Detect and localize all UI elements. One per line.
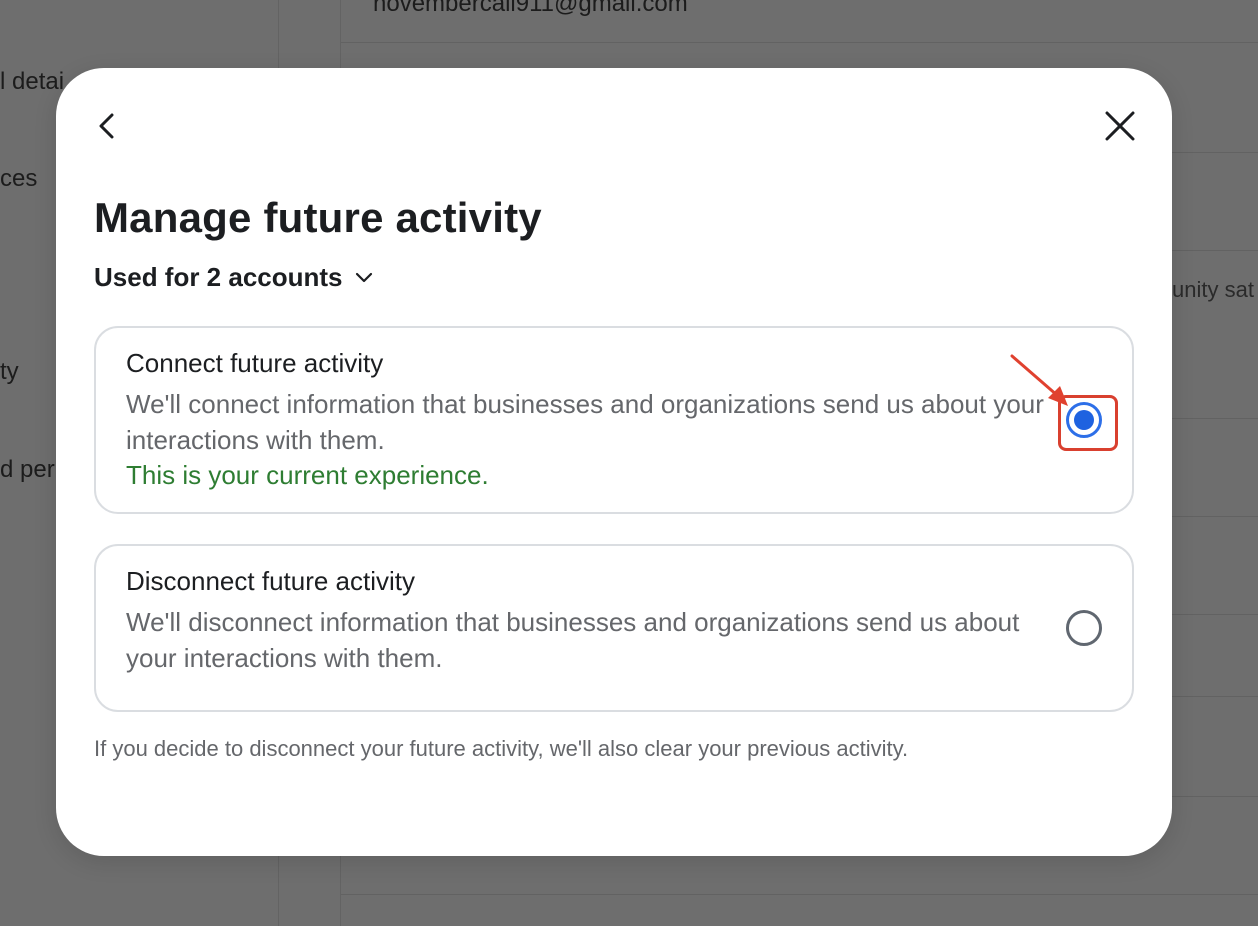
background-right-text: unity sat xyxy=(1172,277,1254,302)
option-title: Connect future activity xyxy=(126,348,384,378)
background-sidebar-item: ces xyxy=(0,165,38,192)
background-sidebar-item: d per xyxy=(0,456,55,483)
background-divider xyxy=(341,894,1258,895)
background-sidebar-item: ty xyxy=(0,358,19,385)
current-experience-label: This is your current experience. xyxy=(126,460,489,490)
option-description: We'll disconnect information that busine… xyxy=(126,607,1020,673)
annotation-arrow-icon xyxy=(1010,354,1068,406)
disconnect-future-activity-option[interactable]: Disconnect future activity We'll disconn… xyxy=(94,544,1134,712)
background-sidebar-item: l detai xyxy=(0,68,65,95)
accounts-dropdown[interactable]: Used for 2 accounts xyxy=(94,262,373,293)
connect-future-activity-option[interactable]: Connect future activity We'll connect in… xyxy=(94,326,1134,514)
disconnect-footnote: If you decide to disconnect your future … xyxy=(94,736,909,761)
background-divider xyxy=(341,42,1258,43)
chevron-left-icon xyxy=(99,113,114,139)
close-icon xyxy=(1105,111,1135,141)
accounts-dropdown-label: Used for 2 accounts xyxy=(94,262,343,292)
dialog-title: Manage future activity xyxy=(94,194,542,241)
close-button[interactable] xyxy=(1098,104,1142,148)
disconnect-radio-button[interactable] xyxy=(1066,610,1102,646)
manage-activity-dialog: Manage future activity Used for 2 accoun… xyxy=(56,68,1172,856)
background-email: novembercall911@gmail.com xyxy=(373,0,688,17)
chevron-down-icon xyxy=(355,272,373,284)
option-title: Disconnect future activity xyxy=(126,566,416,596)
back-button[interactable] xyxy=(86,104,130,148)
option-description: We'll connect information that businesse… xyxy=(126,389,1044,455)
